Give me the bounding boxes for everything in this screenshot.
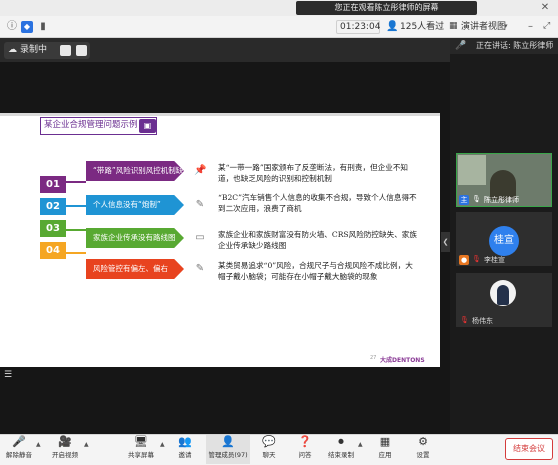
row-description: 家族企业和家族财富没有防火墙、CRS风险防控缺失、家族企业传承缺少路线图 xyxy=(218,230,417,250)
chat-button[interactable]: 💬 聊天 xyxy=(252,436,286,464)
host-icon: 主 xyxy=(459,195,469,205)
monitor-icon: ▭ xyxy=(195,232,205,243)
invite-icon: 👥 xyxy=(178,435,192,448)
monitor-icon: ▣ xyxy=(139,119,156,133)
user-icon: ● xyxy=(459,255,469,265)
connector xyxy=(66,252,86,254)
pencil-icon: ✎ xyxy=(195,263,205,274)
recording-bar: ☁ 录制中 xyxy=(0,38,450,62)
participants-icon: 👤 xyxy=(386,21,399,32)
start-video-button[interactable]: 🎥 开启视频 xyxy=(48,436,82,464)
close-icon[interactable]: ✕ xyxy=(539,2,551,14)
tile-name: 李桂宣 xyxy=(484,256,505,264)
row-label: “带路”风险识别风控机制缺失 xyxy=(86,161,184,181)
grid-view-icon: ▦ xyxy=(449,21,458,31)
pause-icon[interactable] xyxy=(60,45,71,56)
tile-name: 陈立彤律师 xyxy=(484,196,519,204)
row-number: 02 xyxy=(40,198,66,215)
qa-icon: ❓ xyxy=(298,435,312,448)
apps-button[interactable]: ▦ 应用 xyxy=(368,436,402,464)
chevron-up-icon[interactable]: ▲ xyxy=(160,441,166,448)
row-label: 个人信息没有“炮制” xyxy=(86,195,184,215)
speaking-indicator: 正在讲话: 陈立彤律师 xyxy=(476,41,554,50)
chat-icon: 💬 xyxy=(262,435,276,448)
chevron-down-icon[interactable]: ▾ xyxy=(504,22,508,30)
signal-icon[interactable]: ▮ xyxy=(37,21,49,33)
row-label: 家族企业传承没有路线图 xyxy=(86,228,184,248)
qa-button[interactable]: ❓ 问答 xyxy=(288,436,322,464)
mic-icon: 🎙 xyxy=(472,195,481,203)
settings-icon: ⚙ xyxy=(418,435,428,448)
menu-icon[interactable]: ☰ xyxy=(4,370,16,380)
stop-recording-button[interactable]: ⏺ 结束录制 xyxy=(324,436,358,464)
slide-top-border xyxy=(0,113,440,116)
connector xyxy=(66,205,86,207)
row-number: 03 xyxy=(40,220,66,237)
screen-share-notice: 您正在观看陈立彤律师的屏幕 xyxy=(296,1,477,15)
row-description: 某“一带一路”国家颁布了反垄断法，有刑责，但企业不知道，也缺乏风险的识别和控制机… xyxy=(218,163,409,183)
view-mode-button[interactable]: 演讲者视图 xyxy=(461,20,506,34)
avatar: 桂宣 xyxy=(489,226,519,256)
connector xyxy=(66,181,86,183)
unmute-button[interactable]: 🎤 解除静音 xyxy=(2,436,36,464)
row-number: 04 xyxy=(40,242,66,259)
meeting-timer: 01:23:04 xyxy=(340,22,381,32)
chevron-up-icon[interactable]: ▲ xyxy=(84,441,90,448)
avatar-photo xyxy=(497,285,509,305)
row-number: 01 xyxy=(40,176,66,193)
mic-off-icon: 🎙 xyxy=(460,316,469,324)
fullscreen-icon[interactable]: ⤢ xyxy=(543,21,550,31)
chevron-up-icon[interactable]: ▲ xyxy=(358,441,364,448)
video-off-icon: 🎥 xyxy=(58,435,72,448)
video-background xyxy=(458,155,486,185)
members-icon: 👤 xyxy=(221,435,235,448)
end-meeting-button[interactable]: 结束会议 xyxy=(505,438,553,460)
chevron-up-icon[interactable]: ▲ xyxy=(36,441,42,448)
participant-count[interactable]: 125人看过 xyxy=(400,20,444,34)
minimize-icon[interactable]: – xyxy=(528,21,533,32)
row-description: 某类贸易追求“0”风险，合规尺子与合规风险不成比例，大帽子戴小脑袋；可能存在小帽… xyxy=(218,261,413,281)
mic-off-icon: 🎤 xyxy=(12,435,26,448)
connector xyxy=(66,229,86,231)
slide-title: 某企业合规管理问题示例 xyxy=(44,120,138,130)
shield-icon[interactable]: ◆ xyxy=(21,21,33,33)
stop-record-icon: ⏺ xyxy=(338,435,344,448)
tile-name: 杨伟东 xyxy=(472,317,493,325)
manage-members-button[interactable]: 👤 管理成员(97) xyxy=(208,436,248,464)
cloud-icon: ☁ xyxy=(8,45,17,55)
mic-off-icon: 🎙 xyxy=(472,255,481,263)
stop-icon[interactable] xyxy=(76,45,87,56)
apps-icon: ▦ xyxy=(379,435,391,448)
slide-page-number: 27 xyxy=(370,355,377,361)
share-screen-icon: 🖥 xyxy=(134,435,148,448)
pin-icon: 📌 xyxy=(194,165,207,176)
speaker-icon: 🎤 xyxy=(455,41,467,51)
info-icon[interactable]: ⓘ xyxy=(6,21,18,33)
recording-label: 录制中 xyxy=(20,45,48,55)
row-label: 风险管控有偏左、偏右 xyxy=(86,259,184,279)
pencil-icon: ✎ xyxy=(195,199,205,210)
invite-button[interactable]: 👥 邀请 xyxy=(168,436,202,464)
slide-brand: 大成DENTONS xyxy=(380,357,425,364)
settings-button[interactable]: ⚙ 设置 xyxy=(406,436,440,464)
recording-pill: ☁ 录制中 xyxy=(4,42,90,59)
share-screen-button[interactable]: 🖥 共享屏幕 xyxy=(124,436,158,464)
collapse-panel-button[interactable]: ❮ xyxy=(441,232,450,252)
row-description: “B2C”汽车销售个人信息的收集不合规，导致个人信息得不到二次应用，浪费了商机 xyxy=(218,193,417,213)
